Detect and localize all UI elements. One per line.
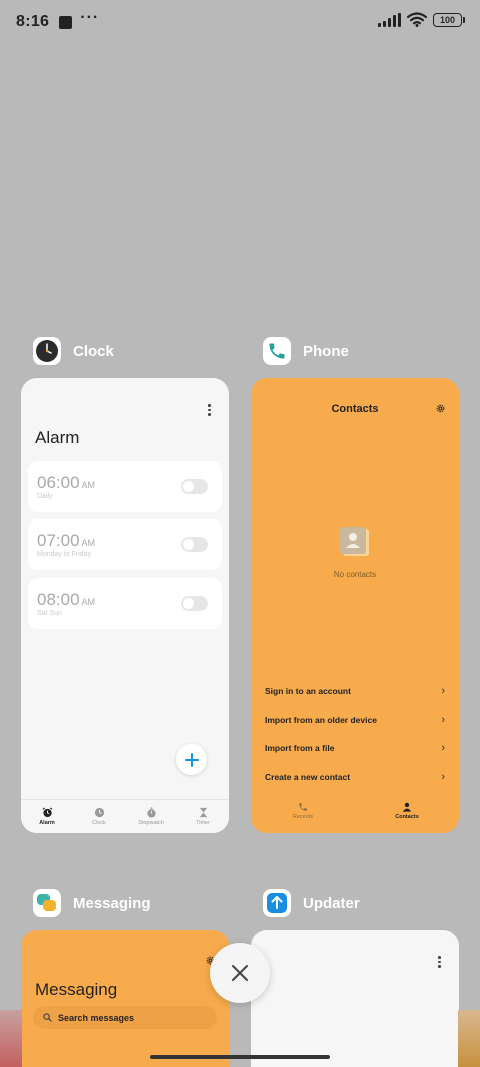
app-name-clock: Clock bbox=[73, 342, 114, 360]
app-header-updater[interactable]: Updater bbox=[263, 889, 360, 917]
alarm-page-title: Alarm bbox=[35, 428, 80, 447]
chevron-right-icon: › bbox=[441, 742, 445, 754]
close-icon bbox=[232, 965, 248, 981]
search-placeholder: Search messages bbox=[58, 1012, 135, 1023]
chevron-right-icon: › bbox=[441, 714, 445, 726]
alarm-icon bbox=[42, 807, 52, 818]
messaging-app-card[interactable]: Messaging Search messages bbox=[21, 930, 229, 1067]
alarm-toggle[interactable] bbox=[181, 479, 208, 494]
wallpaper-edge bbox=[458, 1010, 480, 1067]
phone-bottom-nav: Recents Contacts bbox=[251, 797, 459, 825]
app-header-messaging[interactable]: Messaging bbox=[33, 889, 151, 917]
search-icon bbox=[43, 1013, 52, 1022]
stopwatch-icon bbox=[146, 807, 156, 818]
clock-app-icon bbox=[33, 337, 61, 365]
home-indicator[interactable] bbox=[150, 1055, 330, 1059]
status-bar: 8:16 ··· 100 bbox=[0, 0, 480, 44]
search-messages-input[interactable]: Search messages bbox=[33, 1006, 217, 1029]
app-name-phone: Phone bbox=[303, 342, 349, 360]
add-alarm-button[interactable] bbox=[176, 744, 207, 775]
messaging-app-icon bbox=[33, 889, 61, 917]
alarm-item[interactable]: 06:00 AM Daily bbox=[28, 461, 222, 512]
updater-app-card[interactable] bbox=[251, 930, 459, 1067]
alarm-item[interactable]: 07:00 AM Monday to Friday bbox=[28, 519, 222, 570]
updater-more-options-icon[interactable] bbox=[438, 956, 441, 968]
clock-bottom-nav: Alarm Clock Stopwatch Timer bbox=[21, 799, 229, 833]
status-icons: 100 bbox=[378, 12, 465, 27]
chevron-right-icon: › bbox=[441, 771, 445, 783]
chevron-right-icon: › bbox=[441, 685, 445, 697]
nav-clock[interactable]: Clock bbox=[73, 800, 125, 833]
person-icon bbox=[402, 802, 412, 812]
alarm-repeat: Sat Sun bbox=[37, 610, 62, 617]
import-older-device-option[interactable]: Import from an older device › bbox=[265, 713, 445, 727]
battery-level: 100 bbox=[439, 14, 456, 25]
more-notifications-icon: ··· bbox=[80, 9, 100, 26]
alarm-repeat: Daily bbox=[37, 493, 53, 500]
messaging-page-title: Messaging bbox=[35, 980, 118, 999]
alarm-time: 06:00 AM bbox=[37, 473, 96, 492]
contacts-title: Contacts bbox=[331, 403, 379, 415]
plus-icon bbox=[184, 752, 199, 767]
nav-timer[interactable]: Timer bbox=[177, 800, 229, 833]
alarm-toggle[interactable] bbox=[181, 537, 208, 552]
app-header-clock[interactable]: Clock bbox=[33, 337, 114, 365]
clock-icon bbox=[94, 807, 104, 818]
battery-icon: 100 bbox=[433, 12, 465, 27]
notification-app-icon bbox=[59, 15, 73, 29]
phone-app-icon bbox=[263, 337, 291, 365]
nav-recents[interactable]: Recents bbox=[251, 797, 355, 825]
alarm-item[interactable]: 08:00 AM Sat Sun bbox=[28, 578, 222, 629]
wallpaper-edge bbox=[0, 1010, 22, 1067]
wifi-icon bbox=[407, 12, 427, 27]
clear-all-button[interactable] bbox=[210, 943, 270, 1003]
signal-icon bbox=[378, 12, 401, 27]
create-contact-option[interactable]: Create a new contact › bbox=[265, 770, 445, 784]
clock-more-options-icon[interactable] bbox=[208, 404, 211, 416]
phone-app-card[interactable]: Contacts No contacts Sign in to an accou… bbox=[251, 378, 459, 833]
settings-icon[interactable] bbox=[435, 403, 446, 414]
app-name-updater: Updater bbox=[303, 894, 360, 912]
sign-in-account-option[interactable]: Sign in to an account › bbox=[265, 684, 445, 698]
alarm-repeat: Monday to Friday bbox=[37, 551, 92, 558]
app-name-messaging: Messaging bbox=[73, 894, 151, 912]
alarm-time: 07:00 AM bbox=[37, 531, 96, 550]
no-contacts-text: No contacts bbox=[333, 570, 377, 579]
hourglass-icon bbox=[199, 807, 207, 818]
nav-contacts[interactable]: Contacts bbox=[355, 797, 459, 825]
import-file-option[interactable]: Import from a file › bbox=[265, 741, 445, 755]
phone-icon bbox=[299, 803, 307, 811]
app-header-phone[interactable]: Phone bbox=[263, 337, 349, 365]
status-time: 8:16 bbox=[16, 13, 50, 30]
clock-app-card[interactable]: Alarm 06:00 AM Daily 07:00 AM Monday to Fr… bbox=[21, 378, 229, 833]
nav-stopwatch[interactable]: Stopwatch bbox=[125, 800, 177, 833]
nav-alarm[interactable]: Alarm bbox=[21, 800, 73, 833]
alarm-toggle[interactable] bbox=[181, 596, 208, 611]
alarm-time: 08:00 AM bbox=[37, 590, 96, 609]
updater-app-icon bbox=[263, 889, 291, 917]
contacts-empty-icon bbox=[340, 527, 369, 556]
